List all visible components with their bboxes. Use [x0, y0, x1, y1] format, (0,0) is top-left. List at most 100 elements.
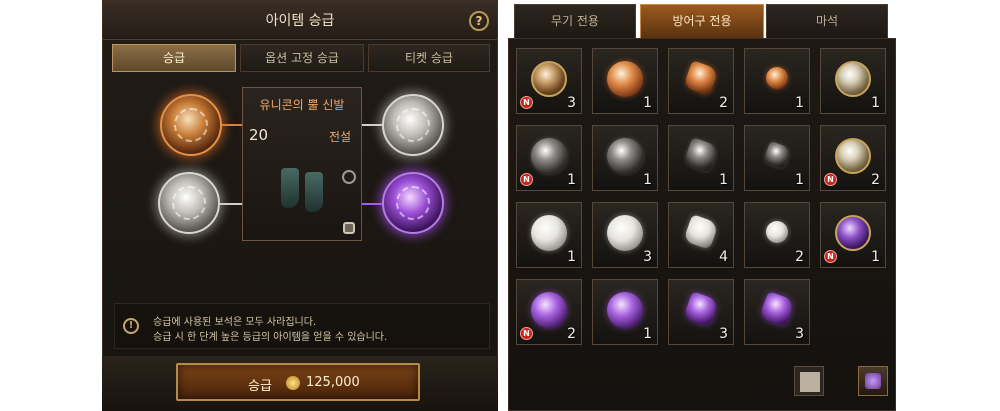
- item-count: 1: [567, 172, 576, 188]
- purple-shard-icon: [683, 291, 719, 327]
- inventory-slot[interactable]: 1: [592, 279, 658, 345]
- inventory-slot[interactable]: 2: [668, 48, 734, 114]
- gold-silver-orb-icon: [835, 138, 871, 174]
- notice-line-1: 승급에 사용된 보석은 모두 사라집니다.: [153, 317, 317, 328]
- notice-line-2: 승급 시 한 단계 높은 등급의 아이템을 얻을 수 있습니다.: [153, 332, 388, 343]
- tab-fixed-option-upgrade[interactable]: 옵션 고정 승급: [240, 44, 364, 72]
- inventory-slot[interactable]: 4: [668, 202, 734, 268]
- white-small-gem-icon: [766, 221, 788, 243]
- orange-orb-icon: [607, 61, 643, 97]
- gold-silver-orb-icon: [835, 61, 871, 97]
- lock-icon: [343, 222, 355, 234]
- gold-orange-orb-icon: [531, 61, 567, 97]
- new-badge: N: [520, 96, 533, 109]
- material-slot-orange-orb[interactable]: [160, 94, 222, 156]
- white-orb-icon: [607, 215, 643, 251]
- item-count: 2: [567, 326, 576, 342]
- item-count: 3: [643, 249, 652, 265]
- tab-ticket-upgrade[interactable]: 티켓 승급: [368, 44, 490, 72]
- inventory-slot[interactable]: N2: [516, 279, 582, 345]
- purple-orb-icon: [531, 292, 567, 328]
- connector-line: [362, 124, 382, 126]
- new-badge: N: [824, 173, 837, 186]
- inventory-slot[interactable]: 1: [820, 48, 886, 114]
- tab-weapon-only[interactable]: 무기 전용: [514, 4, 636, 38]
- item-count: 2: [871, 172, 880, 188]
- connector-line: [362, 203, 382, 205]
- notice-box: ! 승급에 사용된 보석은 모두 사라집니다. 승급 시 한 단계 높은 등급의…: [114, 303, 490, 349]
- dark-orb-icon: [607, 138, 643, 174]
- inventory-slot[interactable]: 1: [516, 202, 582, 268]
- orange-orb-icon: [174, 108, 208, 142]
- inventory-slot[interactable]: 2: [744, 202, 810, 268]
- inventory-slot[interactable]: 1: [668, 125, 734, 191]
- white-orb-icon: [531, 215, 567, 251]
- upgrade-button-label: 승급: [248, 379, 272, 394]
- item-count: 1: [871, 95, 880, 111]
- white-shard-icon: [683, 214, 719, 250]
- item-level: 20: [249, 126, 269, 144]
- tab-armor-only[interactable]: 방어구 전용: [640, 4, 764, 38]
- item-count: 3: [719, 326, 728, 342]
- item-count: 1: [719, 172, 728, 188]
- new-badge: N: [520, 173, 533, 186]
- grid-view-button[interactable]: [794, 366, 824, 396]
- inventory-slot[interactable]: 3: [668, 279, 734, 345]
- item-count: 1: [795, 95, 804, 111]
- warning-icon: !: [123, 318, 139, 334]
- inventory-slot[interactable]: 1: [744, 48, 810, 114]
- coin-icon: [286, 376, 300, 390]
- tab-magic-stone[interactable]: 마석: [766, 4, 888, 38]
- target-item-card[interactable]: 유니콘의 뿔 신발 20 전설: [242, 87, 362, 241]
- orange-small-gem-icon: [766, 67, 788, 89]
- silver-orb-icon: [396, 108, 430, 142]
- item-count: 1: [567, 249, 576, 265]
- material-slot-silver-orb[interactable]: [158, 172, 220, 234]
- inventory-slot[interactable]: N1: [820, 202, 886, 268]
- item-count: 3: [795, 326, 804, 342]
- dark-shard-icon: [683, 137, 719, 173]
- inventory-slot[interactable]: N3: [516, 48, 582, 114]
- orange-shard-icon: [683, 60, 719, 96]
- material-slot-silver-orb-2[interactable]: [382, 94, 444, 156]
- grid-icon: [810, 382, 820, 392]
- purple-orb-icon: [396, 186, 430, 220]
- inventory-slot[interactable]: 1: [592, 48, 658, 114]
- boot-icon: [281, 168, 299, 208]
- bag-icon: [865, 373, 881, 389]
- dark-small-gem-icon: [762, 140, 792, 170]
- inventory-slot[interactable]: 3: [592, 202, 658, 268]
- inventory-slot[interactable]: N1: [516, 125, 582, 191]
- grid-icon: [800, 382, 810, 392]
- boot-icon: [305, 172, 323, 212]
- material-slot-purple-orb[interactable]: [382, 172, 444, 234]
- purple-small-gem-icon: [759, 291, 795, 327]
- panel-title: 아이템 승급: [265, 13, 335, 29]
- help-button[interactable]: ?: [469, 11, 489, 31]
- item-count: 3: [567, 95, 576, 111]
- item-count: 1: [795, 172, 804, 188]
- item-grade: 전설: [329, 130, 352, 144]
- upgrade-cost: 125,000: [306, 375, 360, 390]
- item-count: 1: [643, 326, 652, 342]
- inventory-slot[interactable]: 1: [744, 125, 810, 191]
- item-count: 1: [643, 172, 652, 188]
- inventory-slot[interactable]: 1: [592, 125, 658, 191]
- item-bag-button[interactable]: [858, 366, 888, 396]
- connector-line: [220, 203, 242, 205]
- new-badge: N: [824, 250, 837, 263]
- grid-icon: [800, 372, 810, 382]
- ring-icon: [342, 170, 356, 184]
- tab-upgrade[interactable]: 승급: [112, 44, 236, 72]
- inventory-slot[interactable]: N2: [820, 125, 886, 191]
- grid-icon: [810, 372, 820, 382]
- silver-orb-icon: [172, 186, 206, 220]
- inventory-slot[interactable]: 3: [744, 279, 810, 345]
- item-count: 4: [719, 249, 728, 265]
- connector-line: [222, 124, 242, 126]
- upgrade-button[interactable]: 승급 125,000: [176, 363, 420, 401]
- item-name: 유니콘의 뿔 신발: [259, 98, 345, 112]
- item-count: 1: [871, 249, 880, 265]
- item-count: 2: [719, 95, 728, 111]
- new-badge: N: [520, 327, 533, 340]
